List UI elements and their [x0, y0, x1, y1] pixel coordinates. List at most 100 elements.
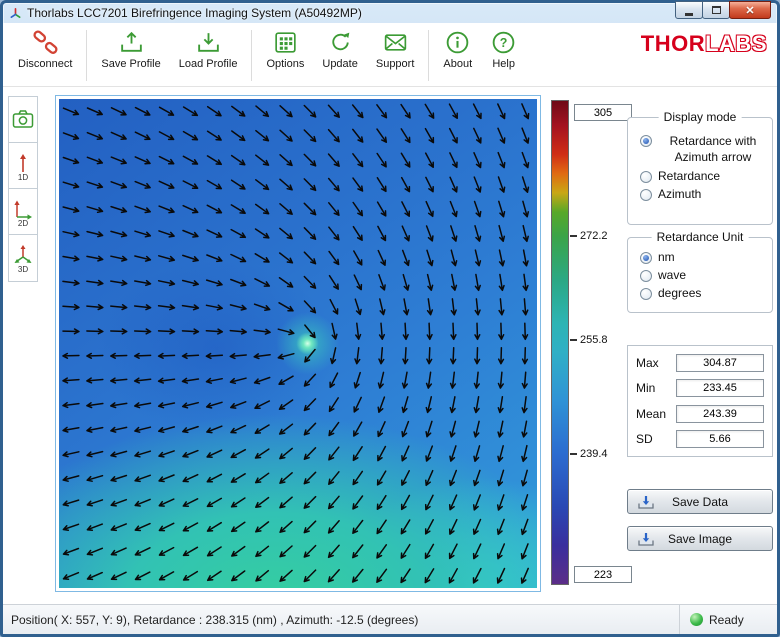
3d-view-icon: 3D [11, 242, 35, 274]
update-icon [327, 29, 354, 56]
radio-wave[interactable]: wave [628, 266, 772, 284]
save-image-button[interactable]: Save Image [627, 526, 773, 551]
ready-label: Ready [709, 613, 744, 627]
logo-labs-text: LABS [705, 31, 767, 57]
close-icon: ✕ [745, 4, 754, 17]
radio-label: Retardance with Azimuth arrow [658, 134, 768, 165]
ready-status: Ready [679, 605, 769, 634]
stat-row-mean: Mean 243.39 [636, 403, 764, 425]
stat-value: 243.39 [676, 405, 764, 423]
statistics-panel: Max 304.87 Min 233.45 Mean 243.39 SD 5.6… [627, 345, 773, 457]
ready-indicator-icon [690, 613, 703, 626]
app-window: Thorlabs LCC7201 Birefringence Imaging S… [0, 0, 780, 637]
tool-label: About [443, 58, 472, 70]
about-button[interactable]: About [434, 25, 481, 86]
toolbar-separator [428, 30, 429, 81]
radio-icon [640, 252, 652, 264]
sidebar-item-camera[interactable] [9, 97, 37, 143]
radio-label: Azimuth [658, 187, 701, 201]
save-profile-icon [118, 29, 145, 56]
tick-label: 255.8 [580, 334, 608, 346]
toolbar-separator [86, 30, 87, 81]
disconnect-icon [32, 29, 59, 56]
2d-label: 2D [18, 219, 28, 228]
retardance-unit-group: Retardance Unit nm wave degrees [627, 237, 773, 313]
tool-label: Support [376, 58, 415, 70]
colorbar-tick: 255.8 [570, 334, 608, 346]
tool-label: Update [322, 58, 357, 70]
save-profile-button[interactable]: Save Profile [92, 25, 169, 86]
radio-icon [640, 270, 652, 282]
colorbar-tick: 239.4 [570, 448, 608, 460]
load-profile-icon [195, 29, 222, 56]
thorlabs-logo: THOR LABS [641, 31, 767, 57]
close-button[interactable]: ✕ [729, 1, 771, 19]
stat-label: Min [636, 381, 676, 395]
birefringence-image[interactable] [59, 99, 537, 588]
radio-retardance-with-azimuth[interactable]: Retardance with Azimuth arrow [628, 132, 772, 167]
load-profile-button[interactable]: Load Profile [170, 25, 247, 86]
stat-value: 5.66 [676, 430, 764, 448]
radio-degrees[interactable]: degrees [628, 284, 772, 302]
maximize-button[interactable] [702, 1, 730, 19]
support-icon [382, 29, 409, 56]
status-bar: Position( X: 557, Y: 9), Retardance : 23… [3, 604, 777, 634]
colorbar-min-field[interactable]: 223 [574, 566, 632, 583]
tick-mark [570, 453, 577, 455]
retardance-unit-title: Retardance Unit [652, 230, 749, 244]
options-icon [272, 29, 299, 56]
stat-label: Max [636, 356, 676, 370]
maximize-icon [712, 6, 721, 14]
radio-label: degrees [658, 286, 701, 300]
radio-azimuth[interactable]: Azimuth [628, 185, 772, 203]
svg-text:?: ? [500, 36, 508, 50]
stat-label: Mean [636, 407, 676, 421]
update-button[interactable]: Update [313, 25, 366, 86]
tool-label: Disconnect [18, 58, 72, 70]
camera-icon [11, 104, 35, 136]
disconnect-button[interactable]: Disconnect [9, 25, 81, 86]
view-sidebar: 1D 2D [8, 96, 38, 282]
tool-label: Options [266, 58, 304, 70]
1d-view-icon: 1D [11, 150, 35, 182]
help-button[interactable]: ? Help [481, 25, 526, 86]
save-data-label: Save Data [672, 495, 728, 509]
radio-label: nm [658, 250, 675, 264]
azimuth-arrows-overlay [59, 99, 537, 588]
cursor-position-readout: Position( X: 557, Y: 9), Retardance : 23… [11, 613, 418, 627]
window-controls: ✕ [676, 1, 771, 19]
colorbar-max-field[interactable]: 305 [574, 104, 632, 121]
stat-value: 233.45 [676, 379, 764, 397]
sidebar-item-3d-view[interactable]: 3D [9, 235, 37, 281]
tick-mark [570, 235, 577, 237]
app-icon [9, 7, 22, 20]
support-button[interactable]: Support [367, 25, 424, 86]
2d-view-icon: 2D [11, 196, 35, 228]
colorbar-gradient [551, 100, 569, 585]
radio-nm[interactable]: nm [628, 248, 772, 266]
colorbar-tick: 272.2 [570, 230, 608, 242]
client-area: Disconnect Save Profile Load Profile [3, 23, 777, 634]
3d-label: 3D [18, 265, 28, 274]
save-data-button[interactable]: Save Data [627, 489, 773, 514]
save-image-label: Save Image [668, 532, 732, 546]
1d-label: 1D [18, 173, 28, 182]
sidebar-item-2d-view[interactable]: 2D [9, 189, 37, 235]
tick-label: 239.4 [580, 448, 608, 460]
options-button[interactable]: Options [257, 25, 313, 86]
stat-label: SD [636, 432, 676, 446]
sidebar-item-1d-view[interactable]: 1D [9, 143, 37, 189]
titlebar[interactable]: Thorlabs LCC7201 Birefringence Imaging S… [3, 3, 777, 23]
stat-row-min: Min 233.45 [636, 377, 764, 399]
radio-retardance[interactable]: Retardance [628, 167, 772, 185]
radio-icon [640, 189, 652, 201]
display-mode-title: Display mode [659, 110, 742, 124]
minimize-button[interactable] [675, 1, 703, 19]
save-icon [636, 494, 656, 510]
save-icon [636, 531, 656, 547]
radio-icon [640, 135, 652, 147]
window-title: Thorlabs LCC7201 Birefringence Imaging S… [27, 6, 362, 20]
radio-label: wave [658, 268, 686, 282]
minimize-icon [685, 13, 693, 16]
image-frame [55, 95, 541, 592]
